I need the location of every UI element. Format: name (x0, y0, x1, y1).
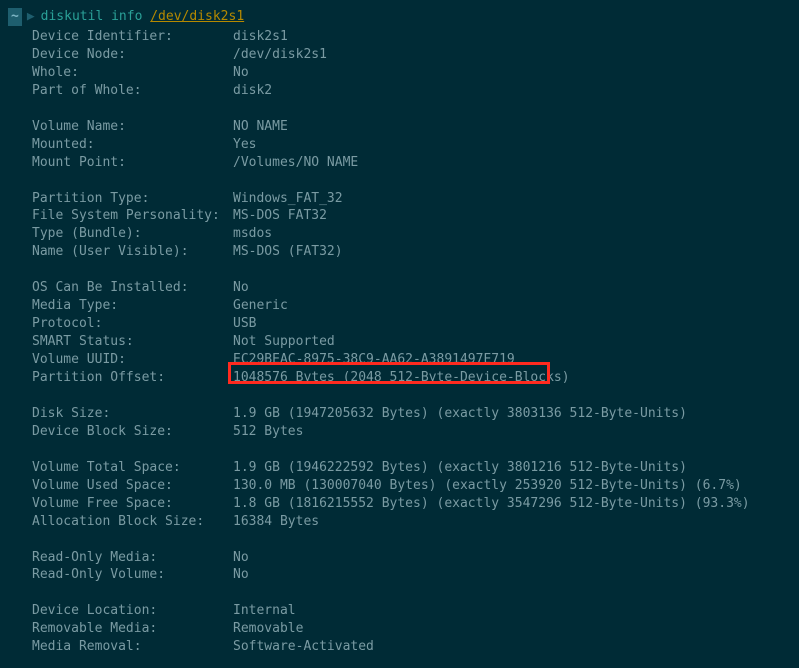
info-value: No (233, 566, 249, 584)
info-value: Yes (233, 136, 256, 154)
info-label: Device Identifier: (32, 28, 233, 46)
info-row: Device Identifier:disk2s1 (8, 28, 791, 46)
command-output: Device Identifier:disk2s1Device Node:/de… (8, 28, 791, 656)
info-row: Media Type:Generic (8, 297, 791, 315)
prompt-cwd: ~ (8, 8, 22, 26)
info-value: 1.9 GB (1947205632 Bytes) (exactly 38031… (233, 405, 687, 423)
info-value: USB (233, 315, 256, 333)
info-row: Type (Bundle):msdos (8, 225, 791, 243)
info-row: Mounted:Yes (8, 136, 791, 154)
info-label: OS Can Be Installed: (32, 279, 233, 297)
info-row: Media Removal:Software-Activated (8, 638, 791, 656)
info-label: Whole: (32, 64, 233, 82)
info-value: disk2s1 (233, 28, 288, 46)
info-row: Device Node:/dev/disk2s1 (8, 46, 791, 64)
terminal-window[interactable]: ~ ▶ diskutil info /dev/disk2s1 Device Id… (8, 8, 791, 656)
info-label: Type (Bundle): (32, 225, 233, 243)
blank-line (8, 100, 791, 118)
info-row: Partition Offset:1048576 Bytes (2048 512… (8, 369, 791, 387)
info-row: SMART Status:Not Supported (8, 333, 791, 351)
info-label: Protocol: (32, 315, 233, 333)
info-value: EC29BEAC-8975-38C9-AA62-A3891497E719 (233, 351, 515, 369)
info-label: Media Removal: (32, 638, 233, 656)
info-value: No (233, 64, 249, 82)
info-label: Volume Used Space: (32, 477, 233, 495)
info-label: Partition Offset: (32, 369, 233, 387)
info-value: 512 Bytes (233, 423, 303, 441)
info-row: Mount Point:/Volumes/NO NAME (8, 154, 791, 172)
info-value: 1.8 GB (1816215552 Bytes) (exactly 35472… (233, 495, 750, 513)
info-row: Read-Only Media:No (8, 549, 791, 567)
info-row: Device Block Size:512 Bytes (8, 423, 791, 441)
info-label: Disk Size: (32, 405, 233, 423)
info-row: Whole:No (8, 64, 791, 82)
info-label: Name (User Visible): (32, 243, 233, 261)
info-value: 16384 Bytes (233, 513, 319, 531)
info-label: Read-Only Volume: (32, 566, 233, 584)
info-value: Windows_FAT_32 (233, 190, 343, 208)
prompt-arrow-icon: ▶ (27, 8, 35, 26)
info-label: Read-Only Media: (32, 549, 233, 567)
info-value: 1048576 Bytes (2048 512-Byte-Device-Bloc… (233, 369, 570, 387)
blank-line (8, 441, 791, 459)
command-text: diskutil info (41, 8, 143, 26)
info-label: Device Block Size: (32, 423, 233, 441)
info-label: File System Personality: (32, 207, 233, 225)
info-value: NO NAME (233, 118, 288, 136)
info-value: Internal (233, 602, 296, 620)
info-label: Media Type: (32, 297, 233, 315)
info-label: Part of Whole: (32, 82, 233, 100)
info-label: Volume Name: (32, 118, 233, 136)
info-value: Removable (233, 620, 303, 638)
info-value: No (233, 279, 249, 297)
info-value: Software-Activated (233, 638, 374, 656)
info-label: Partition Type: (32, 190, 233, 208)
info-row: Protocol:USB (8, 315, 791, 333)
info-value: 130.0 MB (130007040 Bytes) (exactly 2539… (233, 477, 742, 495)
prompt-line: ~ ▶ diskutil info /dev/disk2s1 (8, 8, 791, 26)
info-row: Volume Used Space:130.0 MB (130007040 By… (8, 477, 791, 495)
info-value: /dev/disk2s1 (233, 46, 327, 64)
info-row: Partition Type:Windows_FAT_32 (8, 190, 791, 208)
info-row: Part of Whole:disk2 (8, 82, 791, 100)
info-row: Name (User Visible):MS-DOS (FAT32) (8, 243, 791, 261)
info-label: SMART Status: (32, 333, 233, 351)
info-label: Allocation Block Size: (32, 513, 233, 531)
info-label: Mounted: (32, 136, 233, 154)
blank-line (8, 261, 791, 279)
info-label: Volume UUID: (32, 351, 233, 369)
info-row: Volume Name:NO NAME (8, 118, 791, 136)
info-value: MS-DOS (FAT32) (233, 243, 343, 261)
info-label: Removable Media: (32, 620, 233, 638)
info-value: MS-DOS FAT32 (233, 207, 327, 225)
info-label: Mount Point: (32, 154, 233, 172)
info-label: Volume Total Space: (32, 459, 233, 477)
info-row: Volume UUID:EC29BEAC-8975-38C9-AA62-A389… (8, 351, 791, 369)
blank-line (8, 172, 791, 190)
info-value: disk2 (233, 82, 272, 100)
info-value: 1.9 GB (1946222592 Bytes) (exactly 38012… (233, 459, 687, 477)
info-row: Removable Media:Removable (8, 620, 791, 638)
blank-line (8, 584, 791, 602)
blank-line (8, 531, 791, 549)
info-value: No (233, 549, 249, 567)
info-label: Volume Free Space: (32, 495, 233, 513)
info-label: Device Node: (32, 46, 233, 64)
command-arg: /dev/disk2s1 (150, 8, 244, 26)
info-value: msdos (233, 225, 272, 243)
info-row: OS Can Be Installed:No (8, 279, 791, 297)
info-label: Device Location: (32, 602, 233, 620)
info-row: Volume Total Space:1.9 GB (1946222592 By… (8, 459, 791, 477)
info-value: Generic (233, 297, 288, 315)
info-value: /Volumes/NO NAME (233, 154, 358, 172)
info-row: Disk Size:1.9 GB (1947205632 Bytes) (exa… (8, 405, 791, 423)
info-row: Volume Free Space:1.8 GB (1816215552 Byt… (8, 495, 791, 513)
info-value: Not Supported (233, 333, 335, 351)
blank-line (8, 387, 791, 405)
info-row: File System Personality:MS-DOS FAT32 (8, 207, 791, 225)
info-row: Device Location:Internal (8, 602, 791, 620)
info-row: Read-Only Volume:No (8, 566, 791, 584)
info-row: Allocation Block Size:16384 Bytes (8, 513, 791, 531)
